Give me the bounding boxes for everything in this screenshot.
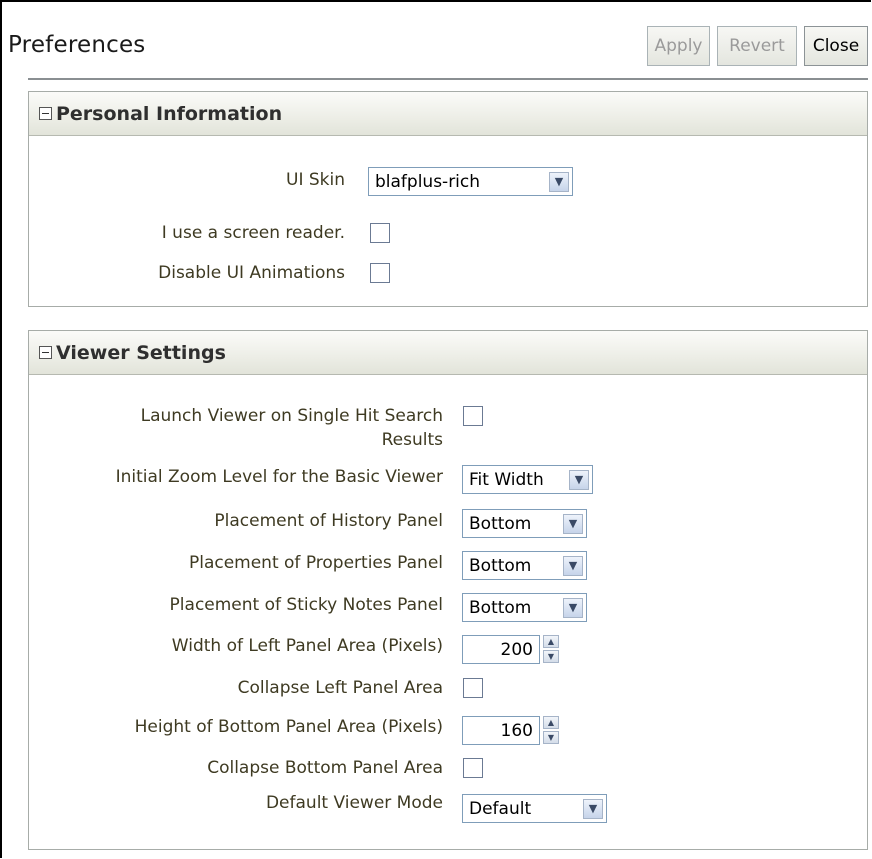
- collapse-bottom-row: Collapse Bottom Panel Area: [29, 757, 867, 781]
- chevron-down-icon[interactable]: ▼: [583, 798, 603, 819]
- screen-reader-label: I use a screen reader.: [161, 223, 345, 243]
- history-panel-value: Bottom: [469, 513, 532, 534]
- chevron-down-icon[interactable]: ▼: [563, 513, 583, 534]
- left-panel-width-row: Width of Left Panel Area (Pixels) 200 ▲ …: [29, 632, 867, 664]
- initial-zoom-row: Initial Zoom Level for the Basic Viewer …: [29, 462, 867, 494]
- viewer-settings-title: Viewer Settings: [56, 341, 226, 364]
- collapse-minus-icon[interactable]: [39, 346, 52, 359]
- default-viewer-mode-label: Default Viewer Mode: [265, 793, 443, 813]
- viewer-settings-header[interactable]: Viewer Settings: [29, 331, 867, 375]
- properties-panel-row: Placement of Properties Panel Bottom ▼: [29, 548, 867, 580]
- collapse-bottom-checkbox[interactable]: [463, 758, 483, 778]
- collapse-left-row: Collapse Left Panel Area: [29, 677, 867, 701]
- close-button[interactable]: Close: [804, 26, 868, 66]
- bottom-panel-height-row: Height of Bottom Panel Area (Pixels) 160…: [29, 713, 867, 745]
- initial-zoom-value: Fit Width: [469, 469, 544, 490]
- chevron-down-icon[interactable]: ▼: [569, 469, 589, 490]
- disable-animations-checkbox[interactable]: [370, 263, 390, 283]
- launch-single-hit-checkbox[interactable]: [463, 406, 483, 426]
- personal-information-panel: Personal Information UI Skin blafplus-ri…: [28, 91, 868, 307]
- launch-single-hit-label-line1: Launch Viewer on Single Hit Search: [140, 406, 443, 426]
- sticky-notes-panel-row: Placement of Sticky Notes Panel Bottom ▼: [29, 590, 867, 622]
- initial-zoom-label: Initial Zoom Level for the Basic Viewer: [115, 467, 443, 487]
- left-panel-width-label: Width of Left Panel Area (Pixels): [171, 636, 443, 656]
- revert-button[interactable]: Revert: [717, 26, 797, 66]
- ui-skin-label: UI Skin: [286, 170, 345, 190]
- personal-information-header[interactable]: Personal Information: [29, 92, 867, 136]
- disable-animations-row: Disable UI Animations: [29, 262, 867, 286]
- chevron-down-icon[interactable]: ▼: [563, 555, 583, 576]
- sticky-notes-panel-value: Bottom: [469, 597, 532, 618]
- arrow-up-icon[interactable]: ▲: [543, 635, 559, 648]
- arrow-down-icon[interactable]: ▼: [543, 650, 559, 663]
- viewer-settings-panel: Viewer Settings Launch Viewer on Single …: [28, 330, 868, 850]
- collapse-left-label: Collapse Left Panel Area: [237, 678, 443, 698]
- launch-single-hit-label-line2: Results: [381, 430, 443, 450]
- collapse-bottom-label: Collapse Bottom Panel Area: [207, 758, 443, 778]
- left-panel-width-spinner: ▲ ▼: [543, 635, 559, 664]
- default-viewer-mode-row: Default Viewer Mode Default ▼: [29, 789, 867, 823]
- chevron-down-icon[interactable]: ▼: [549, 171, 569, 192]
- default-viewer-mode-select[interactable]: Default ▼: [462, 794, 607, 823]
- title-divider: [28, 78, 868, 80]
- history-panel-row: Placement of History Panel Bottom ▼: [29, 506, 867, 538]
- properties-panel-label: Placement of Properties Panel: [188, 553, 443, 573]
- sticky-notes-panel-select[interactable]: Bottom ▼: [462, 593, 587, 622]
- page-title: Preferences: [8, 32, 146, 58]
- ui-skin-row: UI Skin blafplus-rich ▼: [29, 167, 867, 197]
- properties-panel-select[interactable]: Bottom ▼: [462, 551, 587, 580]
- arrow-down-icon[interactable]: ▼: [543, 731, 559, 744]
- properties-panel-value: Bottom: [469, 555, 532, 576]
- collapse-left-checkbox[interactable]: [463, 678, 483, 698]
- collapse-minus-icon[interactable]: [39, 107, 52, 120]
- initial-zoom-select[interactable]: Fit Width ▼: [462, 465, 593, 494]
- chevron-down-icon[interactable]: ▼: [563, 597, 583, 618]
- sticky-notes-panel-label: Placement of Sticky Notes Panel: [169, 595, 443, 615]
- default-viewer-mode-value: Default: [469, 798, 532, 819]
- bottom-panel-height-input[interactable]: 160: [462, 716, 540, 745]
- history-panel-label: Placement of History Panel: [214, 511, 443, 531]
- history-panel-select[interactable]: Bottom ▼: [462, 509, 587, 538]
- ui-skin-value: blafplus-rich: [375, 171, 481, 192]
- screen-reader-row: I use a screen reader.: [29, 222, 867, 246]
- disable-animations-label: Disable UI Animations: [158, 263, 345, 283]
- launch-single-hit-row: Launch Viewer on Single Hit Search Resul…: [29, 405, 867, 455]
- apply-button[interactable]: Apply: [647, 26, 710, 66]
- screen-reader-checkbox[interactable]: [370, 223, 390, 243]
- bottom-panel-height-spinner: ▲ ▼: [543, 716, 559, 745]
- arrow-up-icon[interactable]: ▲: [543, 716, 559, 729]
- ui-skin-select[interactable]: blafplus-rich ▼: [368, 167, 573, 196]
- personal-information-title: Personal Information: [56, 102, 283, 125]
- left-panel-width-input[interactable]: 200: [462, 635, 540, 664]
- bottom-panel-height-label: Height of Bottom Panel Area (Pixels): [134, 717, 443, 737]
